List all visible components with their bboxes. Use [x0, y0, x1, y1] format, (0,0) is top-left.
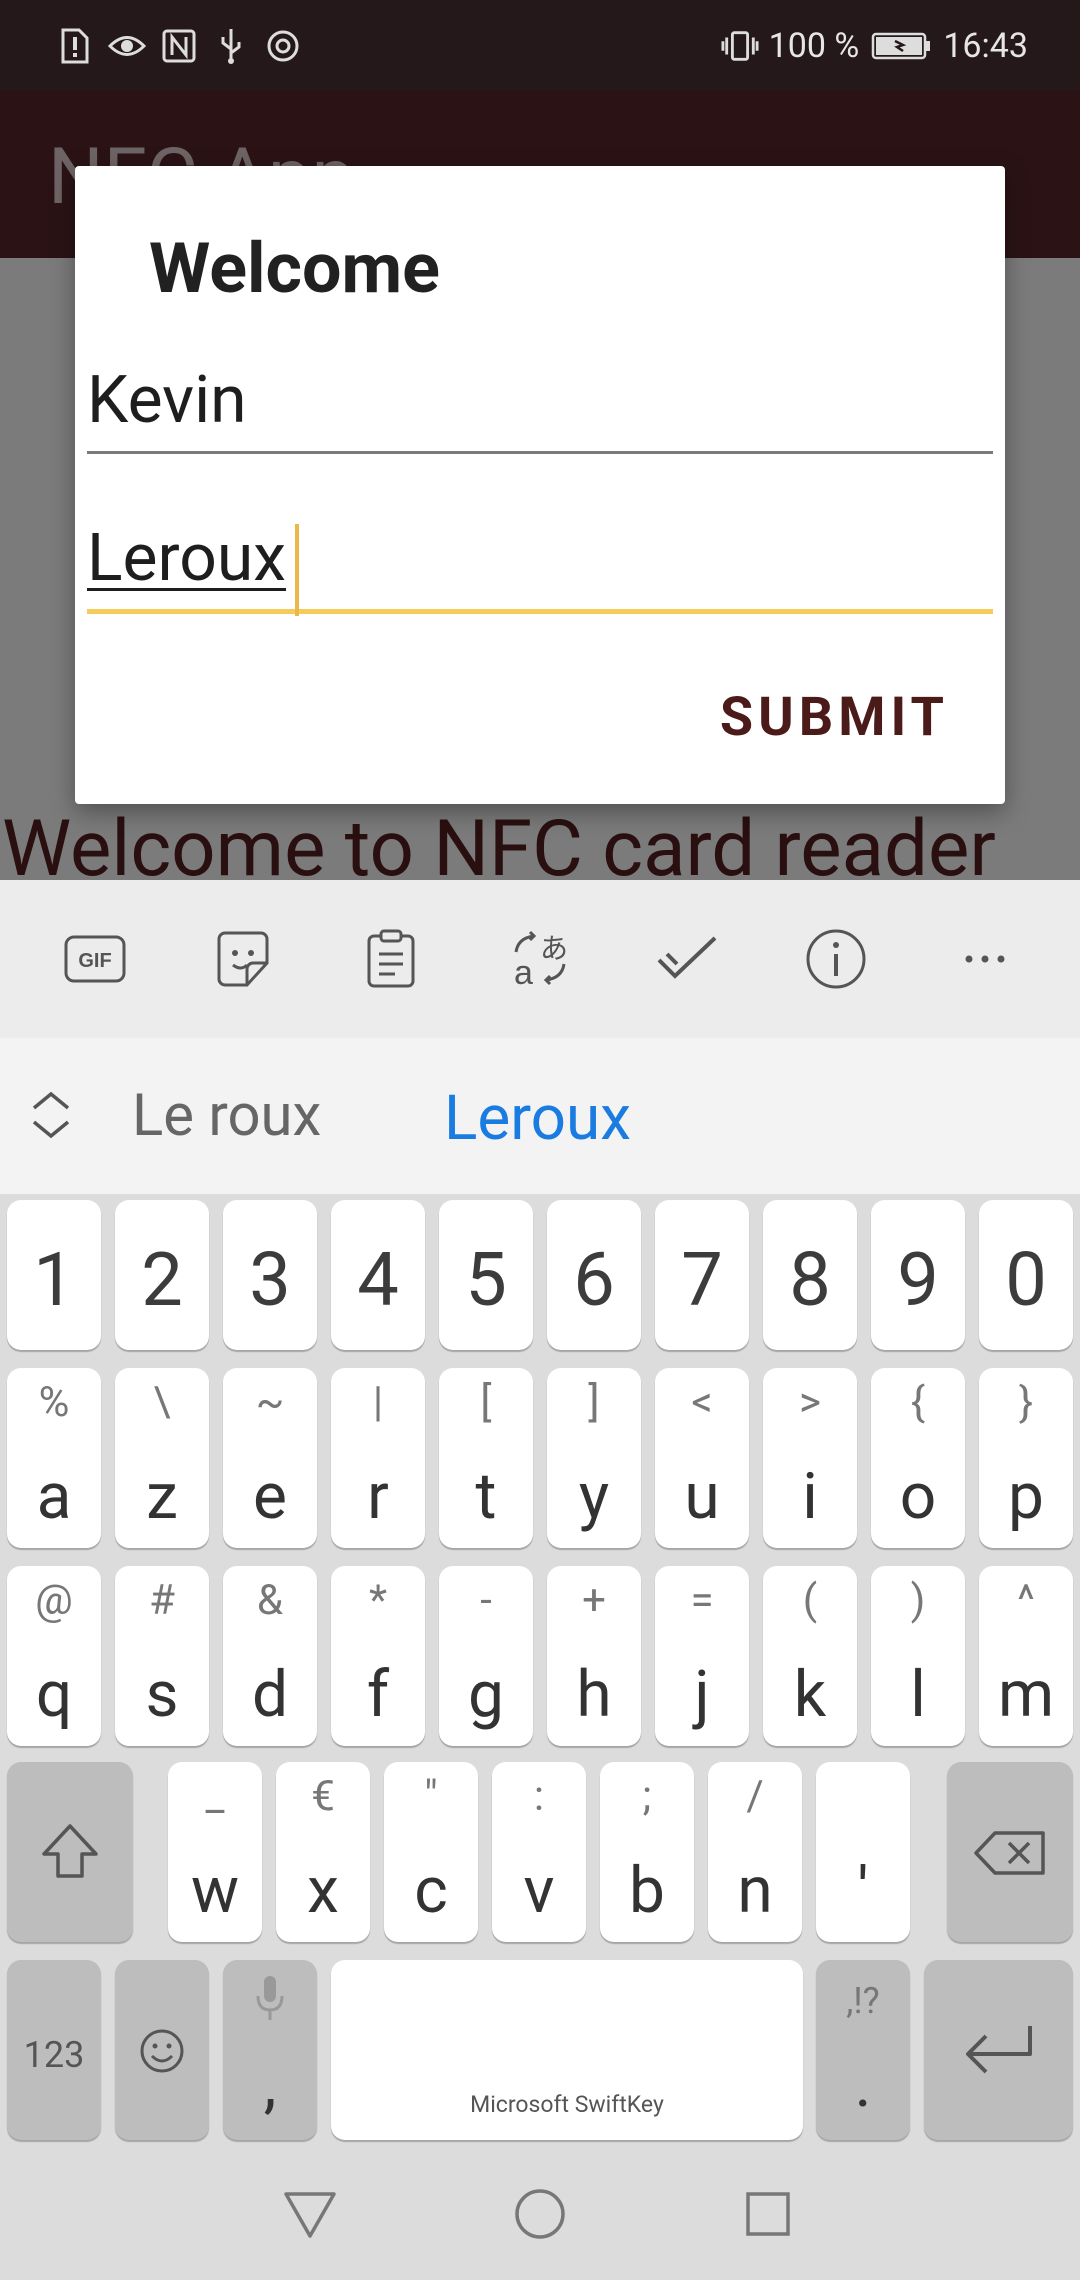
recents-icon[interactable] — [738, 2184, 798, 2244]
welcome-message: Welcome to NFC card reader — [2, 804, 996, 880]
suggestion-item[interactable]: Le roux — [132, 1082, 321, 1150]
shift-icon — [42, 1824, 98, 1878]
key-l[interactable]: ) l — [871, 1566, 965, 1746]
key-i[interactable]: > i — [763, 1368, 857, 1548]
key-2[interactable]: 2 — [115, 1200, 209, 1350]
backspace-icon — [974, 1831, 1045, 1875]
emoji-icon — [140, 2029, 184, 2073]
backspace-key[interactable] — [947, 1762, 1073, 1942]
key-n[interactable]: / n — [708, 1762, 802, 1942]
vibrate-icon — [721, 27, 759, 65]
key-u[interactable]: < u — [655, 1368, 749, 1548]
first-name-field[interactable]: Kevin — [87, 362, 993, 454]
keyboard: 1 2 3 4 5 6 7 8 9 0 % a \ z ~ e | r [t ] y < u… — [0, 1194, 1080, 2144]
key-d[interactable]: & d — [223, 1566, 317, 1746]
alert-icon — [56, 27, 94, 65]
battery-charging-icon — [869, 27, 933, 65]
status-bar: 100 % 16:43 — [0, 0, 1080, 90]
key-v[interactable]: :v — [492, 1762, 586, 1942]
suggestion-bar: Le roux Leroux — [0, 1038, 1080, 1194]
key-5[interactable]: 5 — [439, 1200, 533, 1350]
translate-icon[interactable]: aあ — [505, 926, 575, 992]
key-m[interactable]: ^ m — [979, 1566, 1073, 1746]
key-7[interactable]: 7 — [655, 1200, 749, 1350]
usb-icon — [212, 27, 250, 65]
key-j[interactable]: = j — [655, 1566, 749, 1746]
key-4[interactable]: 4 — [331, 1200, 425, 1350]
comma-key[interactable]: , — [223, 1960, 317, 2140]
info-icon[interactable] — [801, 926, 871, 992]
key-r[interactable]: | r — [331, 1368, 425, 1548]
gif-icon[interactable]: GIF — [60, 926, 130, 992]
battery-percent: 100 % — [768, 26, 860, 66]
back-icon[interactable] — [280, 2184, 340, 2244]
space-key[interactable]: Microsoft SwiftKey — [331, 1960, 803, 2140]
key-y[interactable]: ] y — [547, 1368, 641, 1548]
more-icon[interactable] — [950, 926, 1020, 992]
collapse-icon[interactable] — [28, 1090, 74, 1140]
sticker-icon[interactable] — [208, 926, 278, 992]
key-e[interactable]: ~ e — [223, 1368, 317, 1548]
status-icons-right: 100 % 16:43 — [721, 24, 1028, 68]
svg-text:GIF: GIF — [78, 950, 111, 972]
text-cursor — [295, 524, 299, 616]
clock: 16:43 — [943, 26, 1028, 66]
key-1[interactable]: 1 — [7, 1200, 101, 1350]
key-9[interactable]: 9 — [871, 1200, 965, 1350]
navigation-bar — [0, 2144, 1080, 2280]
dialog-title: Welcome — [149, 228, 440, 310]
key-w[interactable]: _ w — [168, 1762, 262, 1942]
key-8[interactable]: 8 — [763, 1200, 857, 1350]
clipboard-icon[interactable] — [356, 926, 426, 992]
chrome-icon — [264, 27, 302, 65]
numbers-key[interactable]: 123 — [7, 1960, 101, 2140]
key-q[interactable]: @ q — [7, 1566, 101, 1746]
home-icon[interactable] — [510, 2184, 570, 2244]
key-p[interactable]: } p — [979, 1368, 1073, 1548]
key-h[interactable]: + h — [547, 1566, 641, 1746]
keyboard-toolbar: GIF aあ — [0, 880, 1080, 1038]
status-icons-left — [56, 24, 302, 68]
last-name-field[interactable]: Leroux — [87, 514, 993, 616]
key-a[interactable]: % a — [7, 1368, 101, 1548]
key-apostrophe[interactable]: ' — [816, 1762, 910, 1942]
check-icon[interactable] — [652, 926, 722, 992]
svg-text:あ: あ — [540, 932, 568, 965]
key-0[interactable]: 0 — [979, 1200, 1073, 1350]
key-b[interactable]: ; b — [600, 1762, 694, 1942]
eye-icon — [108, 27, 146, 65]
submit-button[interactable]: SUBMIT — [720, 686, 949, 749]
key-g[interactable]: -g — [439, 1566, 533, 1746]
suggestion-item-primary[interactable]: Leroux — [444, 1082, 631, 1155]
key-f[interactable]: * f — [331, 1566, 425, 1746]
key-t[interactable]: [t — [439, 1368, 533, 1548]
period-key[interactable]: ,!? . — [816, 1960, 910, 2140]
key-k[interactable]: (k — [763, 1566, 857, 1746]
key-x[interactable]: € x — [276, 1762, 370, 1942]
key-z[interactable]: \ z — [115, 1368, 209, 1548]
enter-icon — [966, 2026, 1032, 2074]
key-o[interactable]: {o — [871, 1368, 965, 1548]
key-s[interactable]: # s — [115, 1566, 209, 1746]
last-name-value: Leroux — [87, 520, 287, 597]
key-c[interactable]: " c — [384, 1762, 478, 1942]
enter-key[interactable] — [924, 1960, 1073, 2140]
key-3[interactable]: 3 — [223, 1200, 317, 1350]
emoji-key[interactable] — [115, 1960, 209, 2140]
key-6[interactable]: 6 — [547, 1200, 641, 1350]
shift-key[interactable] — [7, 1762, 133, 1942]
nfc-icon — [160, 27, 198, 65]
microphone-icon — [256, 1976, 284, 2020]
svg-text:a: a — [514, 954, 533, 990]
first-name-value: Kevin — [87, 362, 247, 439]
welcome-dialog: Welcome Kevin Leroux SUBMIT — [75, 166, 1005, 804]
